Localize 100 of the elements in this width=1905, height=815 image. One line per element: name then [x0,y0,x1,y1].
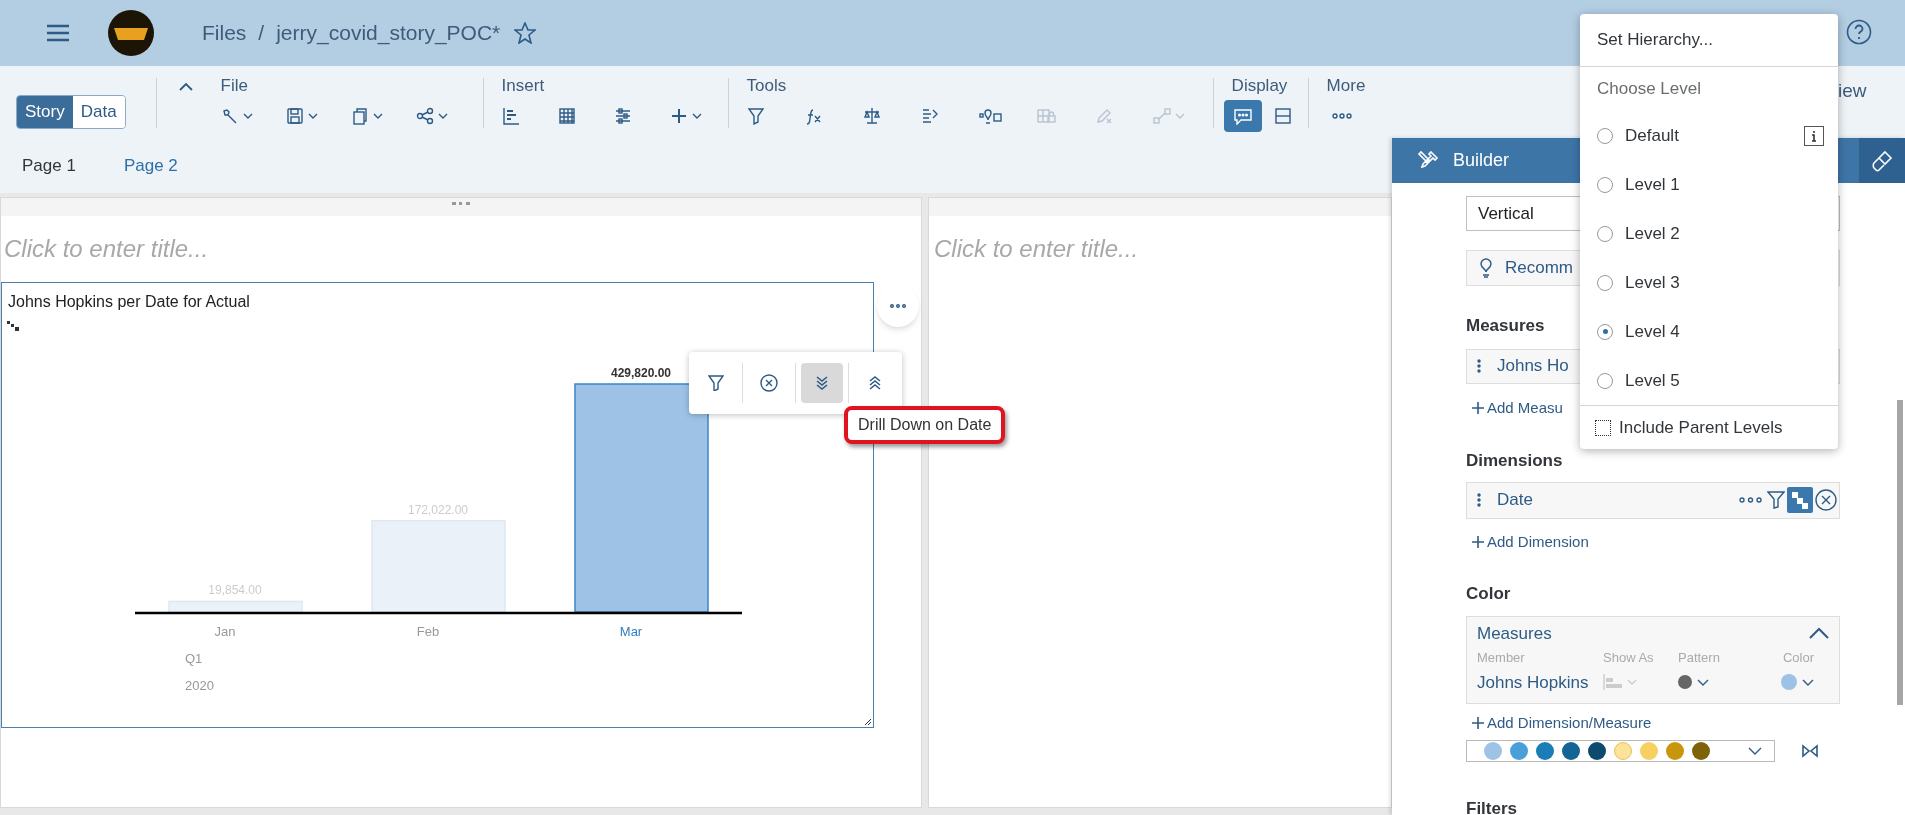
sort-icon [920,107,939,125]
plus-icon [1472,717,1484,730]
chevron-down-icon [307,113,318,119]
mode-toggle-button[interactable]: Story [17,96,73,128]
checkbox[interactable] [1595,419,1611,436]
nodes-icon [1152,107,1171,125]
axis-label: Jan [214,624,236,639]
toolbar-group-label: Tools [746,76,788,96]
section-heading: Measures [1466,316,1545,335]
section-heading: Filters [1466,798,1518,815]
styling-tab-button[interactable] [1859,138,1905,183]
star-icon [514,22,537,44]
radio-label[interactable]: Level 4 [1625,318,1680,345]
chevron-down-icon [372,113,383,119]
close-circle-icon [1815,489,1837,511]
palette-dropdown[interactable] [1466,739,1775,762]
bar-chart-icon [1603,673,1623,692]
section-heading: Dimensions [1466,451,1563,470]
data-label: 429,820.00 [610,366,672,380]
axis-label: Feb [416,624,440,639]
radio-button[interactable] [1597,274,1613,291]
mode-toggle-button[interactable]: Data [72,96,125,128]
lightbulb-icon [1479,258,1493,278]
toolbar-group-label: File [220,76,249,96]
locked-table-icon [1036,107,1057,125]
column-header: Show As [1603,649,1655,667]
plus-icon [1472,401,1484,414]
more-icon [1739,497,1762,503]
collapse-toolbar-icon[interactable] [178,82,193,91]
radio-label[interactable]: Level 3 [1625,269,1680,296]
page-tab[interactable]: Page 2 [123,152,178,179]
dimension-item[interactable]: Date [1466,481,1840,519]
breadcrumb-separator: / [258,20,265,47]
chevron-down-icon [1174,113,1185,119]
breadcrumb-link[interactable]: Files [202,17,247,49]
chevron-up-icon [178,82,193,91]
favorite-star-icon[interactable] [514,22,537,44]
card-title: Measures [1477,622,1552,645]
chevron-down-icon [242,113,253,119]
radio-label[interactable]: Level 5 [1625,367,1680,394]
drill-down-icon [814,375,830,391]
radio-label[interactable]: Level 1 [1625,171,1680,198]
toolbar-group-label: Insert [501,76,546,96]
hierarchy-icon[interactable] [1787,487,1813,513]
chevron-down-icon [1627,679,1637,686]
collapse-icon[interactable] [1809,627,1829,640]
member-name: Johns Hopkins [1477,671,1590,694]
resize-handle-icon[interactable] [864,718,872,726]
chevron-down-icon [691,113,702,119]
scrollbar[interactable] [1897,400,1903,705]
toolbar-button[interactable] [1223,100,1262,132]
pattern-swatch-icon [1678,675,1692,690]
close-circle-icon [760,374,778,392]
checkbox-label[interactable]: Include Parent Levels [1619,414,1783,441]
lightbulb-icon [978,107,1003,125]
section-heading: Color [1466,584,1511,603]
layout-icon [1273,107,1292,125]
radio-label[interactable]: Level 2 [1625,220,1680,247]
toolbar-group-label: Display [1231,76,1289,96]
logo-icon [108,10,154,56]
toolbar-text[interactable]: iew [1838,77,1867,106]
add-link[interactable]: Add Dimension/Measure [1466,712,1652,735]
column-header: Pattern [1678,649,1721,667]
more-options-button[interactable] [877,285,919,327]
more-icon [890,304,906,308]
drag-handle-icon[interactable] [452,202,470,205]
panel-title: Builder [1453,149,1510,172]
copy-icon [350,107,369,125]
save-icon [285,107,304,125]
menu-section-label: Choose Level [1596,78,1702,101]
chevron-up-icon [1809,627,1829,640]
axis-label: 2020 [185,678,214,693]
add-link[interactable]: Add Dimension [1466,530,1589,553]
context-toolbar-button[interactable] [801,363,843,403]
pencil-icon [1094,107,1113,125]
drill-up-icon [867,375,883,391]
chart-title: Johns Hopkins per Date for Actual [8,292,250,312]
radio-button[interactable] [1597,323,1613,340]
drag-grip-icon [1477,359,1481,373]
radio-button[interactable] [1597,127,1613,144]
chevron-down-icon [1802,678,1814,686]
tooltip: Drill Down on Date [844,406,1006,444]
axis-label: Mar [619,624,643,639]
menu-item[interactable]: Set Hierarchy... [1580,14,1838,67]
comment-icon [1232,107,1253,125]
hierarchy-icon [7,321,19,331]
radio-button[interactable] [1597,176,1613,193]
add-link[interactable]: Add Measu [1466,396,1563,419]
plus-icon [669,107,688,125]
toolbar-group-label: More [1326,76,1366,96]
column-header: Member [1477,649,1526,667]
chevron-down-icon [1697,678,1709,686]
radio-button[interactable] [1597,372,1613,389]
more-icon [1331,113,1352,119]
info-icon[interactable] [1804,125,1824,146]
page-tab[interactable]: Page 1 [22,152,76,179]
filter-icon [746,107,765,125]
drag-grip-icon [1477,493,1481,507]
radio-label[interactable]: Default [1625,122,1679,149]
radio-button[interactable] [1597,225,1613,242]
